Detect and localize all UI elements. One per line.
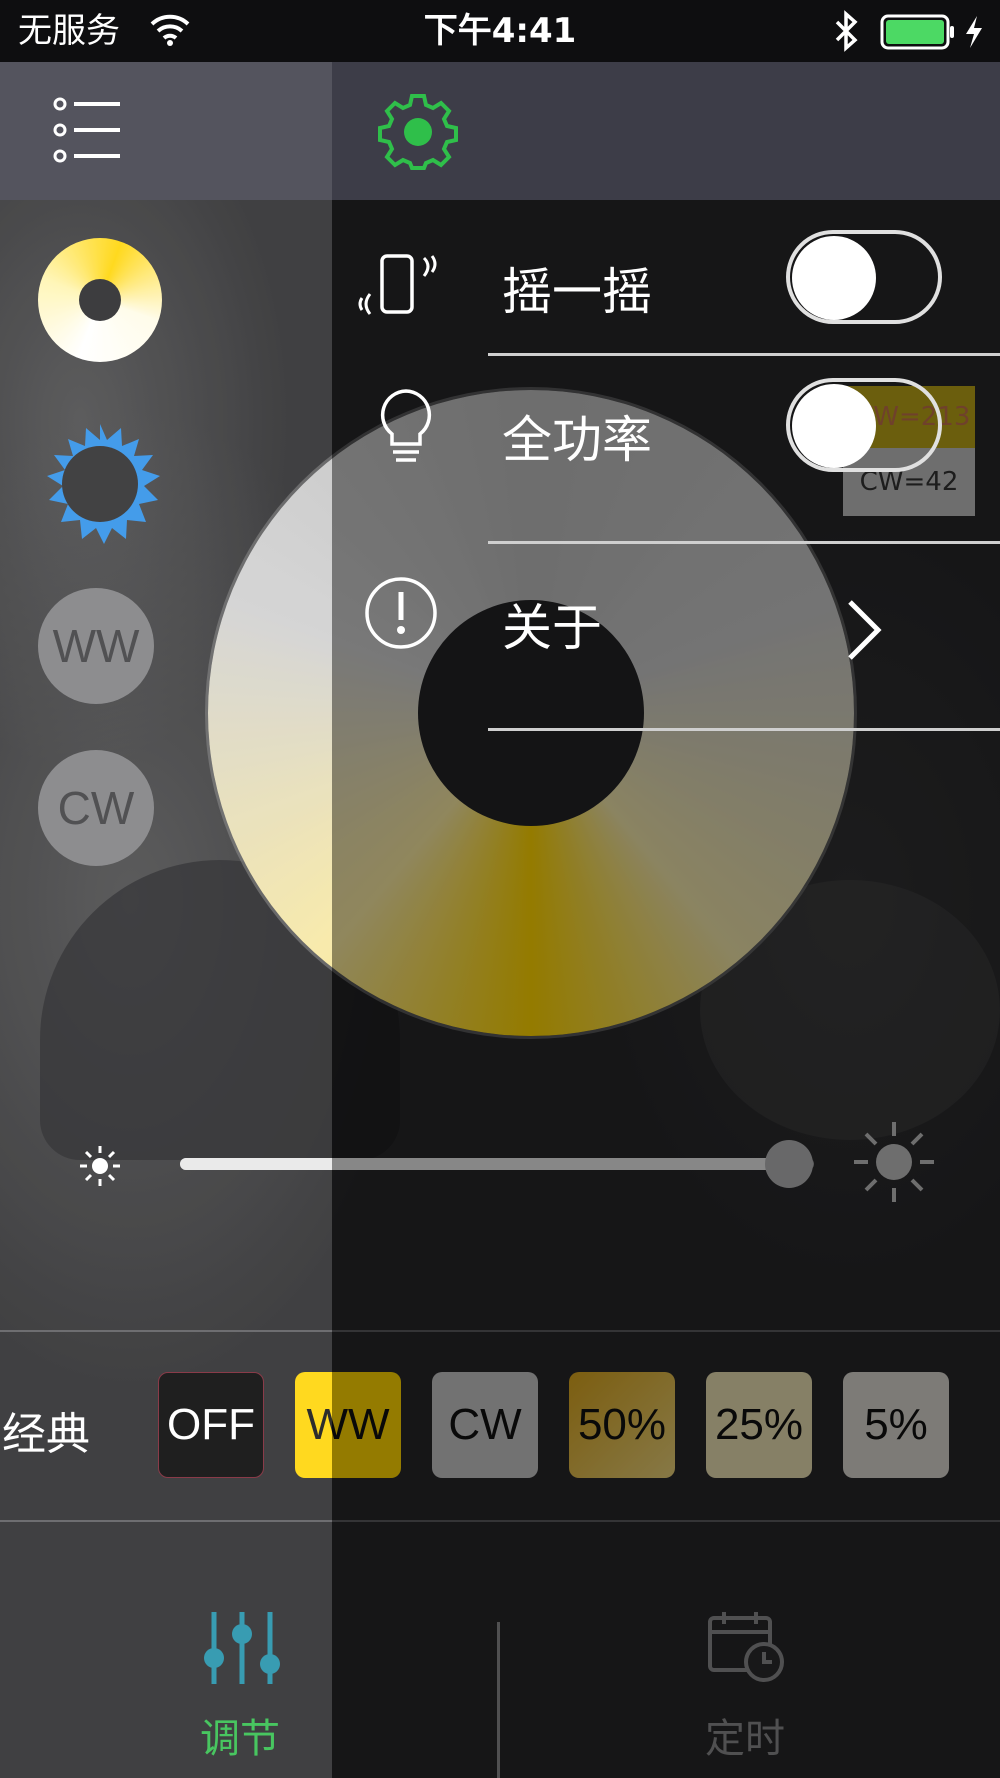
settings-menu: 摇一摇 全功率 关于 <box>332 200 1000 760</box>
menu-item-shake[interactable]: 摇一摇 <box>332 200 1000 355</box>
shake-toggle[interactable] <box>786 230 942 324</box>
full-power-toggle[interactable] <box>786 378 942 472</box>
menu-item-about[interactable]: 关于 <box>332 544 1000 730</box>
battery-icon <box>880 14 954 50</box>
menu-item-shake-label: 摇一摇 <box>502 263 652 321</box>
shake-phone-icon <box>358 254 437 315</box>
info-icon <box>365 577 437 649</box>
status-bar: 无服务 下午4:41 <box>0 0 1000 62</box>
full-power-toggle-knob <box>792 384 876 468</box>
bluetooth-icon <box>835 10 858 52</box>
menu-item-about-label: 关于 <box>502 599 602 657</box>
settings-gear-icon[interactable] <box>378 90 458 170</box>
menu-item-full-power-label: 全功率 <box>502 411 652 469</box>
chevron-right-icon <box>848 600 882 660</box>
drawer-shadow-left <box>0 62 332 1778</box>
shake-toggle-knob <box>792 236 876 320</box>
menu-item-full-power[interactable]: 全功率 <box>332 356 1000 542</box>
menu-divider <box>488 728 1000 731</box>
bulb-icon <box>380 389 432 462</box>
charging-icon <box>966 16 982 48</box>
